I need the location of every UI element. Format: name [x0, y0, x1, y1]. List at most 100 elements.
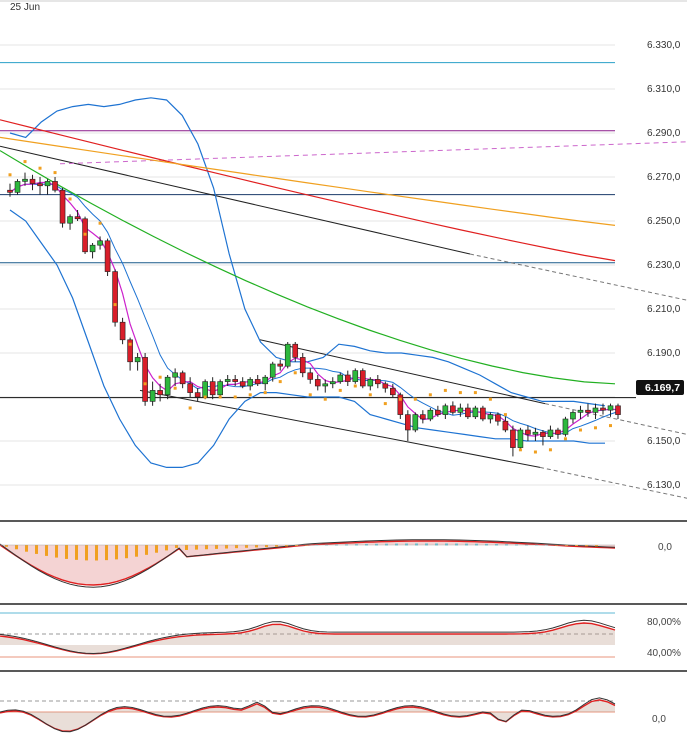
date-label: 25 Jun [10, 2, 40, 13]
candle-body [89, 244, 96, 253]
sar-dot [353, 384, 357, 388]
candle-body [74, 216, 81, 220]
candle-body [67, 216, 73, 224]
y-tick-label: 6.150,0 [647, 436, 681, 447]
sar-dot [263, 391, 267, 395]
sar-dot [293, 371, 297, 375]
y-tick-label: 6.190,0 [647, 348, 681, 359]
macd-histogram-bar [25, 545, 28, 552]
candle-body [134, 357, 141, 363]
candle-body [465, 407, 471, 418]
sar-dot [158, 375, 162, 379]
sar-dot [248, 393, 252, 397]
macd-histogram-bar [55, 545, 58, 558]
candle-body [262, 376, 269, 385]
candle-body [412, 414, 419, 431]
price-axis: 6.330,0 6.310,0 6.290,0 6.270,0 6.250,0 6.230… [647, 40, 681, 491]
candle-body [314, 379, 321, 387]
candle-body [29, 178, 36, 184]
sar-dot [563, 437, 567, 441]
ma-red-line [0, 119, 616, 262]
sar-dot [8, 173, 12, 177]
macd-histogram-bar [75, 545, 78, 560]
candle-body [217, 381, 223, 396]
oscillator-panel [0, 697, 616, 733]
candle-body [472, 407, 479, 418]
sar-dot [218, 395, 222, 399]
macd-histogram-bar [125, 545, 128, 559]
trend-lines [0, 141, 687, 499]
candle-body [202, 381, 208, 398]
candle-body [367, 379, 374, 387]
sar-dot [83, 232, 87, 236]
candle-body [457, 407, 464, 413]
channel-bottom [139, 389, 541, 468]
macd-histogram-bar [245, 545, 248, 548]
ma-green-line [0, 150, 616, 385]
sar-dot [578, 428, 582, 432]
candle-body [570, 412, 576, 420]
candle-body [269, 363, 276, 378]
candle-body [277, 363, 284, 367]
sar-dot [488, 397, 492, 401]
stoch-tick-label: 80,00% [647, 617, 681, 628]
candle-body [307, 372, 314, 380]
macd-histogram-bar [195, 545, 198, 550]
candle-body [502, 420, 509, 431]
candle-body [577, 409, 584, 413]
candle-body [592, 407, 599, 413]
macd-tick-label: 0,0 [658, 542, 672, 553]
candle-body [22, 178, 28, 182]
candle-body [532, 431, 539, 435]
candle-body [375, 379, 381, 385]
candle-body [480, 407, 486, 420]
indicator-panels: 0,0 80,00% 40,00% 0,0 [0, 539, 681, 733]
sar-dot [113, 303, 117, 307]
y-tick-label: 6.270,0 [647, 172, 681, 183]
macd-histogram-bar [85, 545, 88, 561]
sar-dot [98, 221, 102, 225]
candle-body [547, 429, 554, 437]
candle-body [344, 374, 351, 382]
candle-body [187, 383, 193, 393]
sar-dot [608, 424, 612, 428]
sar-dot [143, 382, 147, 386]
osc-tick-label: 0,0 [652, 714, 666, 725]
candle-body [405, 414, 411, 431]
macd-histogram-bar [105, 545, 108, 561]
candle-body [615, 405, 621, 415]
candle-body [525, 429, 531, 435]
candle-body [600, 407, 606, 411]
last-price-tag: 6.169,7 [636, 380, 684, 395]
sar-dot [308, 393, 312, 397]
sar-dot [428, 393, 432, 397]
macd-histogram-bar [205, 545, 208, 550]
candle-body [179, 372, 186, 385]
candle-body [157, 390, 163, 396]
candles [7, 172, 621, 457]
sar-dot [473, 391, 477, 395]
candle-body [254, 379, 261, 385]
horizontal-levels [0, 62, 636, 399]
candle-body [382, 383, 389, 389]
macd-histogram-bar [265, 545, 268, 548]
y-tick-label: 6.250,0 [647, 216, 681, 227]
sar-dot [38, 166, 42, 170]
macd-panel [0, 539, 616, 588]
macd-histogram-bar [115, 545, 118, 560]
candle-body [359, 370, 366, 387]
stoch-tick-label: 40,00% [647, 648, 681, 659]
candle-body [517, 429, 524, 448]
sar-dot [368, 393, 372, 397]
candle-body [44, 181, 51, 187]
macd-histogram-bar [175, 545, 178, 548]
macd-histogram-bar [165, 545, 168, 551]
y-tick-label: 6.130,0 [647, 480, 681, 491]
candle-body [247, 379, 253, 387]
y-tick-label: 6.330,0 [647, 40, 681, 51]
candle-body [352, 370, 359, 382]
macd-histogram-bar [35, 545, 38, 554]
candle-body [7, 189, 13, 193]
sar-dot [173, 386, 177, 390]
sar-dot [458, 391, 462, 395]
